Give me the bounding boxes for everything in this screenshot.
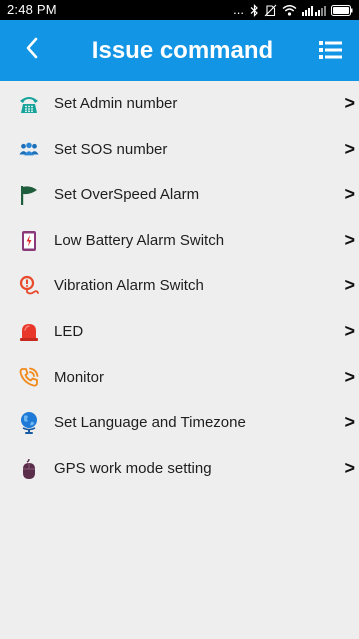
chevron-right-icon: > — [344, 366, 355, 387]
flag-icon — [18, 184, 40, 206]
menu-button[interactable] — [317, 37, 345, 63]
phone-ringing-icon — [18, 366, 40, 388]
screen: 2:48 PM ... Issue command Set Admin numb… — [0, 0, 359, 639]
chevron-right-icon: > — [344, 457, 355, 478]
battery-icon — [331, 4, 353, 16]
low-battery-icon — [18, 230, 40, 252]
red-light-icon — [18, 321, 40, 343]
chevron-right-icon: > — [344, 93, 355, 113]
mouse-icon — [18, 458, 40, 480]
command-label: Low Battery Alarm Switch — [54, 231, 225, 249]
phone-keypad-icon — [18, 93, 40, 115]
chevron-right-icon: > — [344, 320, 355, 341]
command-label: Set Language and Timezone — [54, 414, 246, 432]
bluetooth-icon — [250, 3, 259, 17]
command-list: Set Admin number > Set SOS number > Set … — [0, 81, 359, 491]
chevron-right-icon: > — [344, 229, 355, 250]
chevron-right-icon: > — [344, 138, 355, 159]
command-item-led[interactable]: LED > — [0, 309, 359, 355]
no-sim-icon — [264, 4, 277, 17]
chevron-right-icon: > — [344, 275, 355, 296]
command-label: Set OverSpeed Alarm — [54, 186, 200, 204]
command-item-low-battery-alarm-switch[interactable]: Low Battery Alarm Switch > — [0, 218, 359, 264]
command-label: Monitor — [54, 368, 105, 386]
status-time: 2:48 PM — [7, 2, 57, 17]
status-bar: 2:48 PM ... — [0, 0, 359, 20]
command-item-monitor[interactable]: Monitor > — [0, 355, 359, 401]
app-header: Issue command — [0, 20, 359, 81]
page-title: Issue command — [91, 37, 274, 64]
status-overflow: ... — [233, 2, 244, 17]
command-item-vibration-alarm-switch[interactable]: Vibration Alarm Switch > — [0, 263, 359, 309]
command-label: LED — [54, 322, 84, 340]
command-label: Set SOS number — [54, 140, 168, 158]
globe-icon — [18, 411, 40, 434]
command-item-set-overspeed-alarm[interactable]: Set OverSpeed Alarm > — [0, 172, 359, 218]
wifi-icon — [282, 4, 297, 16]
command-item-set-sos-number[interactable]: Set SOS number > — [0, 127, 359, 173]
chevron-right-icon: > — [344, 412, 355, 433]
command-label: Set Admin number — [54, 95, 178, 112]
vibration-pin-icon — [18, 275, 40, 297]
command-item-set-language-and-timezone[interactable]: Set Language and Timezone > — [0, 400, 359, 446]
command-item-set-admin-number[interactable]: Set Admin number > — [0, 81, 359, 127]
command-label: Vibration Alarm Switch — [54, 277, 204, 295]
people-group-icon — [18, 138, 40, 160]
signal-icon — [302, 5, 326, 16]
status-icons: ... — [233, 0, 353, 20]
chevron-right-icon: > — [344, 184, 355, 205]
list-menu-icon — [317, 41, 345, 67]
command-item-gps-work-mode-setting[interactable]: GPS work mode setting > — [0, 446, 359, 492]
command-label: GPS work mode setting — [54, 459, 212, 477]
